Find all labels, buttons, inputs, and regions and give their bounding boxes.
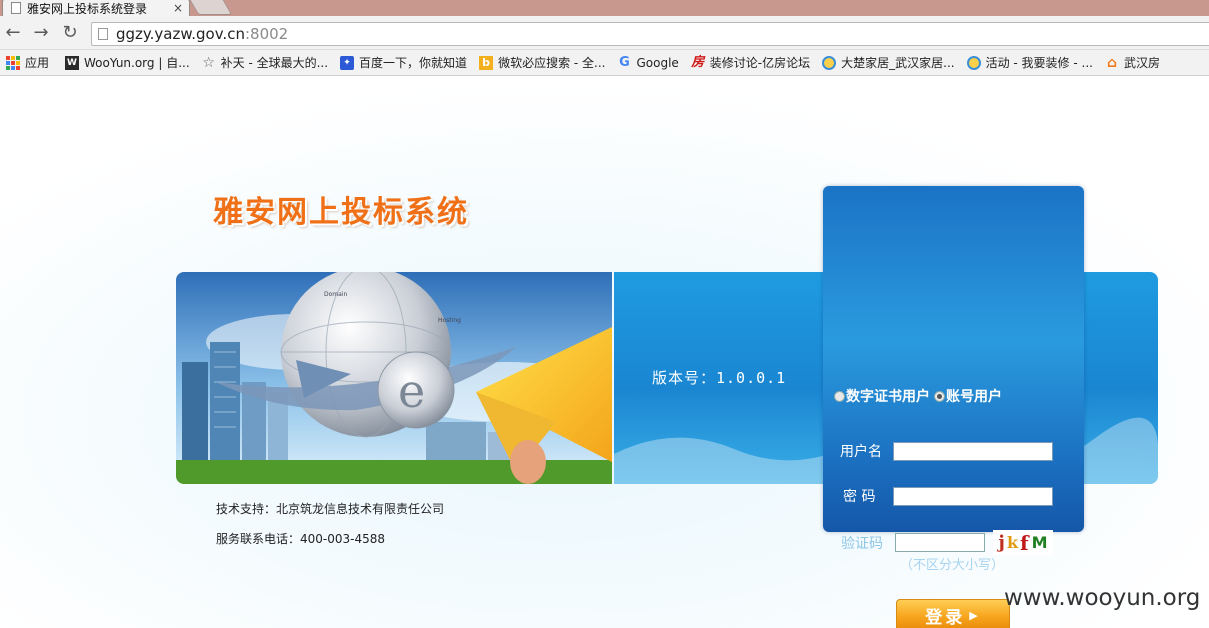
captcha-input[interactable] [895, 533, 985, 552]
captcha-char: j [998, 532, 1005, 553]
bookmark-baidu[interactable]: ✦ 百度一下，你就知道 [334, 52, 473, 74]
username-label: 用户名 [840, 444, 882, 460]
username-row: 用户名 [840, 441, 1053, 461]
url-port: :8002 [244, 25, 289, 43]
password-label: 密 码 [843, 489, 876, 505]
fang-icon: 房 [691, 54, 705, 70]
captcha-char: M [1031, 533, 1048, 552]
bookmark-label: 装修讨论-亿房论坛 [709, 56, 811, 70]
tab-title: 雅安网上投标系统登录 [27, 1, 148, 16]
cert-user-radio[interactable] [834, 390, 845, 402]
star-icon: ☆ [202, 54, 215, 71]
banner-domain-text: Domain [324, 291, 347, 298]
caret-right-icon: ▶ [969, 608, 981, 622]
bookmark-label: WooYun.org | 自... [84, 56, 190, 70]
page-icon [98, 28, 108, 40]
bookmark-label: Google [636, 55, 679, 70]
bing-icon: b [479, 55, 494, 70]
arrow-left-icon[interactable]: ← [3, 23, 23, 43]
captcha-row: 验证码 j k f M [841, 530, 1053, 555]
bookmark-wuhanfang[interactable]: ⌂ 武汉房 [1099, 52, 1166, 74]
baidu-paw-icon: ✦ [340, 55, 355, 70]
captcha-char: k [1006, 533, 1019, 552]
house-icon: ⌂ [1106, 54, 1117, 71]
captcha-label: 验证码 [841, 535, 883, 552]
tab-strip: 雅安网上投标系统登录 × [0, 0, 1209, 17]
url-host: ggzy.yazw.gov.cn [116, 25, 245, 43]
page-icon [11, 2, 21, 14]
hotline-text: 服务联系电话：400-003-4588 [216, 532, 386, 546]
apps-grid-icon [6, 55, 20, 70]
bookmark-bing[interactable]: b 微软必应搜索 - 全... [473, 52, 611, 74]
login-button[interactable]: 登录 ▶ [896, 599, 1010, 628]
bookmark-fang[interactable]: 房 装修讨论-亿房论坛 [685, 52, 816, 74]
reload-icon[interactable]: ↻ [60, 23, 80, 43]
bookmark-dachu[interactable]: 大楚家居_武汉家居... [816, 52, 960, 74]
login-panel: 数字证书用户 账号用户 用户名 密 码 [823, 186, 1084, 532]
svg-text:e: e [398, 364, 425, 418]
captcha-char: f [1020, 530, 1029, 555]
login-button-label: 登录 [925, 607, 966, 628]
version-label: 版本号：1.0.0.1 [652, 369, 787, 387]
tech-support-text: 技术支持：北京筑龙信息技术有限责任公司 [216, 502, 445, 516]
cert-user-label[interactable]: 数字证书用户 [846, 386, 930, 406]
password-input[interactable] [893, 486, 1053, 506]
page-body: 雅安网上投标系统 Domain Hosting e 版本号：1.0.0.1 数字… [0, 77, 1209, 628]
bookmark-label: 大楚家居_武汉家居... [841, 56, 955, 70]
bookmark-label: 武汉房 [1123, 56, 1160, 70]
bookmark-label: 百度一下，你就知道 [359, 56, 468, 70]
browser-toolbar: ← → ↻ ggzy.yazw.gov.cn:8002 [0, 16, 1209, 50]
bookmark-google[interactable]: G Google [611, 52, 684, 74]
bookmark-butian[interactable]: ☆ 补天 - 全球最大的... [196, 52, 334, 74]
bookmarks-bar: 应用 W WooYun.org | 自... ☆ 补天 - 全球最大的... ✦… [0, 50, 1209, 76]
bookmark-label: 活动 - 我要装修 - ... [985, 56, 1093, 70]
address-bar[interactable]: ggzy.yazw.gov.cn:8002 [91, 22, 1209, 46]
banner-hosting-text: Hosting [438, 317, 461, 324]
bookmark-huodong[interactable]: 活动 - 我要装修 - ... [961, 52, 1099, 74]
site-title: 雅安网上投标系统 [213, 195, 469, 230]
browser-tab[interactable]: 雅安网上投标系统登录 × [2, 0, 190, 17]
globe-icon [966, 55, 981, 70]
bookmark-apps[interactable]: 应用 [0, 52, 55, 74]
bookmark-wooyun[interactable]: W WooYun.org | 自... [59, 52, 196, 74]
login-type-selector: 数字证书用户 账号用户 [834, 386, 1002, 406]
captcha-hint: （不区分大小写） [900, 558, 1005, 573]
account-user-radio[interactable] [934, 390, 945, 402]
globe-icon [822, 55, 837, 70]
username-input[interactable] [893, 441, 1053, 461]
watermark: www.wooyun.org [1004, 585, 1201, 611]
account-user-label[interactable]: 账号用户 [946, 386, 1002, 406]
google-g-icon: G [619, 54, 630, 70]
bookmark-label: 微软必应搜索 - 全... [498, 56, 606, 70]
bookmark-label: 应用 [25, 56, 50, 70]
banner-image: Domain Hosting e [176, 272, 612, 484]
bookmark-label: 补天 - 全球最大的... [220, 56, 329, 70]
arrow-right-icon[interactable]: → [31, 23, 51, 43]
new-tab-button[interactable] [189, 0, 233, 15]
wooyun-icon: W [65, 55, 80, 70]
close-icon[interactable]: × [173, 1, 183, 15]
captcha-image[interactable]: j k f M [993, 530, 1053, 555]
password-row: 密 码 [840, 486, 1053, 506]
